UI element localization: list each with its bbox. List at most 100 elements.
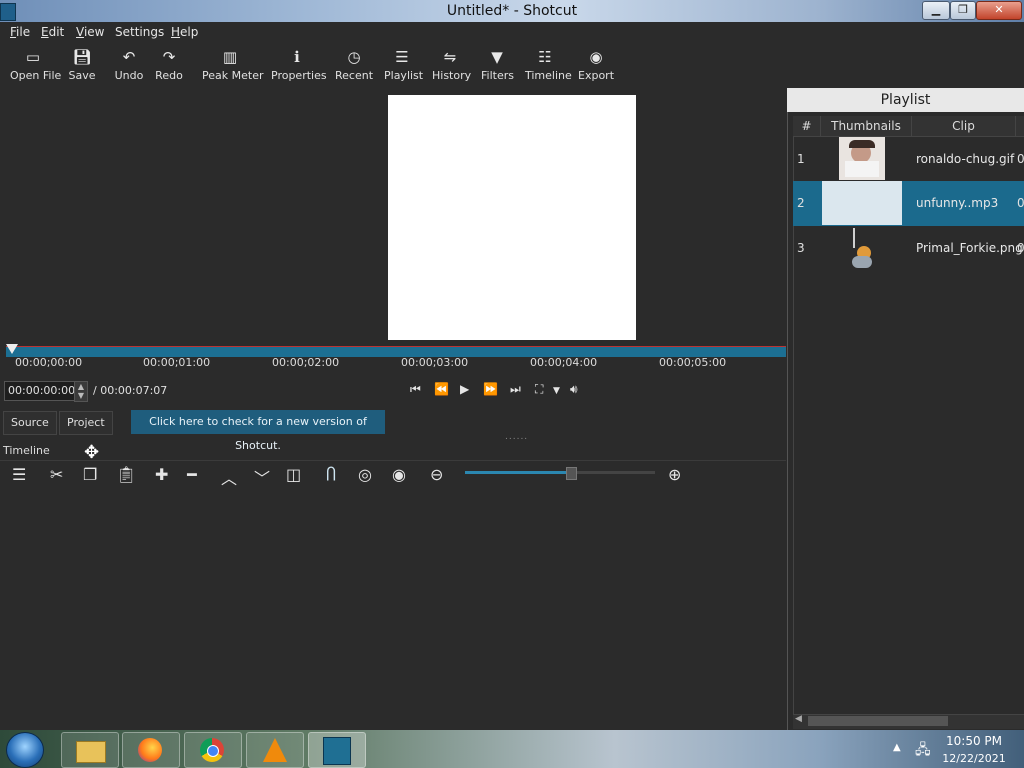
remove-icon[interactable]: ━ <box>187 465 197 484</box>
scrollbar-thumb[interactable] <box>808 716 948 726</box>
timeline-menu-icon[interactable]: ☰ <box>12 465 26 484</box>
scroll-left-icon[interactable]: ◀ <box>795 714 802 724</box>
menu-file[interactable]: File <box>10 25 30 39</box>
shotcut-icon <box>323 737 351 765</box>
main-toolbar: ▭ Open File 💾︎ Save ↶ Undo ↷ Redo ▥ Peak… <box>0 43 786 89</box>
duration-label: / 00:00:07:07 <box>93 384 168 397</box>
playlist-row[interactable]: 3 Primal_Forkie.png 0 <box>793 226 1024 271</box>
column-header-clip[interactable]: Clip <box>912 116 1016 137</box>
windows-taskbar <box>0 730 1024 768</box>
position-timecode-input[interactable]: 00:00:00:00 <box>4 381 77 401</box>
menu-edit[interactable]: Edit <box>41 25 64 39</box>
overwrite-icon[interactable]: ﹀ <box>254 465 270 489</box>
zoom-fit-icon[interactable]: ⛶ <box>535 382 543 397</box>
menu-view[interactable]: View <box>76 25 104 39</box>
clip-thumbnail <box>839 137 885 180</box>
copy-icon[interactable]: ❐ <box>83 465 97 484</box>
info-icon: ℹ <box>294 48 300 66</box>
clock-time[interactable]: 10:50 PM <box>936 734 1012 748</box>
zoom-out-icon[interactable]: ⊖ <box>430 465 443 484</box>
column-header-number[interactable]: # <box>793 116 821 137</box>
save-icon: 💾︎ <box>72 48 92 66</box>
window-title: Untitled* - Shotcut <box>446 3 578 19</box>
ruler-tick-label: 00:00;01:00 <box>143 356 211 369</box>
paste-icon[interactable]: 📋︎ <box>116 465 136 484</box>
skip-to-start-icon[interactable]: ⏮ <box>410 382 421 397</box>
minimize-button[interactable]: ▁ <box>922 1 950 20</box>
panel-splitter-handle[interactable]: ...... <box>505 432 528 442</box>
update-check-button[interactable]: Click here to check for a new version of… <box>131 410 385 452</box>
clip-thumbnail <box>849 228 875 270</box>
export-disc-icon: ◉ <box>589 48 603 66</box>
show-hidden-icons-icon[interactable]: ▲ <box>893 742 901 753</box>
column-header-thumbnails[interactable]: Thumbnails <box>821 116 912 137</box>
rewind-icon[interactable]: ⏪ <box>434 382 449 396</box>
playhead-marker[interactable] <box>6 344 18 354</box>
network-icon[interactable]: 🖧︎ <box>915 739 931 763</box>
scrub-eye-icon[interactable]: ◎ <box>358 465 372 484</box>
timecode-spinner[interactable]: ▲ ▼ <box>74 381 88 402</box>
timeline-toolbar: ☰ ✂ ❐ 📋︎ ✚ ━ ︿ ﹀ ◫ Ⴖ ◎ ◉ ⊖ ⊕ <box>0 460 786 489</box>
redo-icon: ↷ <box>162 48 176 66</box>
ruler-tick-label: 00:00;04:00 <box>530 356 598 369</box>
tab-project[interactable]: Project <box>59 411 113 435</box>
playlist-row[interactable]: 1 ronaldo-chug.gif 0 <box>793 137 1024 182</box>
lift-icon[interactable]: ︿ <box>221 465 237 489</box>
cut-icon[interactable]: ✂ <box>50 465 63 484</box>
timeline-button[interactable]: ☷ Timeline <box>525 47 572 82</box>
playlist-button[interactable]: ☰ Playlist <box>384 47 423 82</box>
zoom-slider-handle[interactable] <box>566 467 577 480</box>
ripple-target-icon[interactable]: ◉ <box>392 465 406 484</box>
recent-button[interactable]: ◷ Recent <box>335 47 373 82</box>
history-icon: ⇋ <box>443 48 457 66</box>
title-bar: Untitled* - Shotcut ▁ ❐ ✕ <box>0 0 1024 22</box>
fast-forward-icon[interactable]: ⏩ <box>483 382 498 396</box>
append-icon[interactable]: ✚ <box>155 465 168 484</box>
clip-thumbnail <box>822 181 902 225</box>
playlist-row-selected[interactable]: 2 unfunny..mp3 0 <box>793 181 1024 226</box>
chevron-down-icon[interactable]: ▼ <box>553 386 560 396</box>
timeline-ruler[interactable]: 00:00;00:00 00:00;01:00 00:00;02:00 00:0… <box>6 344 786 370</box>
column-header-extra[interactable] <box>1016 116 1024 137</box>
timeline-tracks-area[interactable] <box>0 489 786 730</box>
snap-magnet-icon[interactable]: Ⴖ <box>326 465 336 484</box>
history-button[interactable]: ⇋ History <box>432 47 471 82</box>
chrome-icon <box>200 738 224 762</box>
menu-help[interactable]: Help <box>171 25 198 39</box>
clock-icon: ◷ <box>347 48 361 66</box>
firefox-taskbar-button[interactable] <box>122 732 180 768</box>
export-button[interactable]: ◉ Export <box>578 47 614 82</box>
split-icon[interactable]: ◫ <box>286 465 301 484</box>
redo-button[interactable]: ↷ Redo <box>155 47 183 82</box>
play-icon[interactable]: ▶ <box>460 382 469 396</box>
undo-icon: ↶ <box>122 48 136 66</box>
filter-icon: ▼ <box>491 48 503 66</box>
properties-button[interactable]: ℹ Properties <box>271 47 327 82</box>
peak-meter-button[interactable]: ▥ Peak Meter <box>202 47 263 82</box>
zoom-slider-fill <box>465 471 570 474</box>
open-file-button[interactable]: ▭ Open File <box>10 47 61 82</box>
skip-to-end-icon[interactable]: ⏭ <box>510 382 521 397</box>
menu-settings[interactable]: Settings <box>115 25 164 39</box>
video-preview-frame[interactable] <box>388 95 636 340</box>
undo-button[interactable]: ↶ Undo <box>114 47 144 82</box>
file-explorer-taskbar-button[interactable] <box>61 732 119 768</box>
close-button[interactable]: ✕ <box>976 1 1022 20</box>
ruler-tick-label: 00:00;03:00 <box>401 356 469 369</box>
menu-bar: File Edit View Settings Help <box>0 22 1024 43</box>
tab-source[interactable]: Source <box>3 411 57 435</box>
volume-icon[interactable]: 🔊︎ <box>570 382 578 397</box>
filters-button[interactable]: ▼ Filters <box>481 47 514 82</box>
chrome-taskbar-button[interactable] <box>184 732 242 768</box>
zoom-in-icon[interactable]: ⊕ <box>668 465 681 484</box>
save-button[interactable]: 💾︎ Save <box>68 47 96 82</box>
firefox-icon <box>138 738 162 762</box>
ruler-tick-label: 00:00;00:00 <box>15 356 83 369</box>
start-button[interactable] <box>6 732 44 768</box>
maximize-button[interactable]: ❐ <box>950 1 976 20</box>
shotcut-taskbar-button[interactable] <box>308 732 366 768</box>
vlc-taskbar-button[interactable] <box>246 732 304 768</box>
clock-date[interactable]: 12/22/2021 <box>936 752 1012 765</box>
peak-meter-icon: ▥ <box>222 48 238 66</box>
timeline-panel-title: Timeline <box>3 444 50 457</box>
